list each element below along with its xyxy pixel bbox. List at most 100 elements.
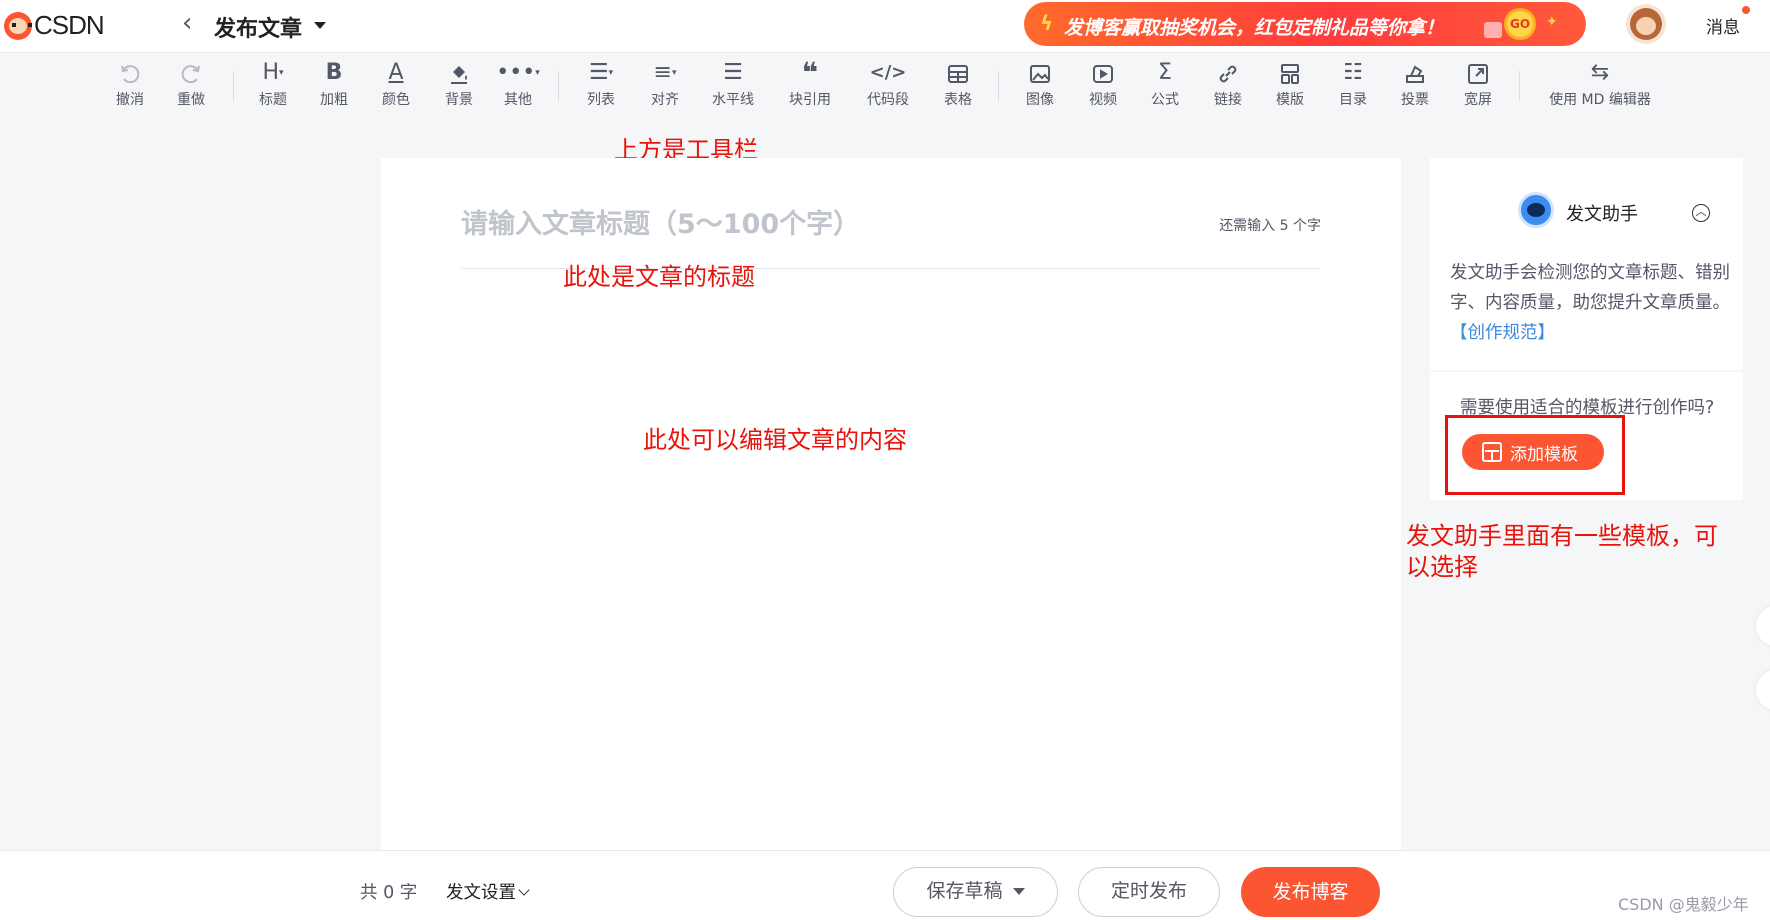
quote-button[interactable]: ❝ 块引用 <box>782 59 838 113</box>
link-button[interactable]: 链接 <box>1200 59 1256 113</box>
gift-icon <box>1484 22 1502 38</box>
font-color-button[interactable]: A 颜色 <box>368 59 424 113</box>
quote-icon: ❝ <box>801 56 819 89</box>
code-icon: </> <box>869 62 907 83</box>
vote-icon <box>1387 59 1443 87</box>
toolbar-label: 重做 <box>177 92 205 108</box>
align-button[interactable]: ≡▾ 对齐 <box>637 59 693 113</box>
publish-settings-label: 发文设置 <box>446 883 516 903</box>
redo-icon <box>163 59 219 87</box>
side-float-button[interactable] <box>1756 606 1770 646</box>
toolbar-label: 其他 <box>504 92 532 108</box>
vote-button[interactable]: 投票 <box>1387 59 1443 113</box>
image-button[interactable]: 图像 <box>1012 59 1068 113</box>
toolbar-divider <box>998 71 999 101</box>
md-editor-switch-button[interactable]: ⇆ 使用 MD 编辑器 <box>1548 59 1652 113</box>
writing-assistant-panel: 发文助手 ︿ 发文助手会检测您的文章标题、错别字、内容质量，助您提升文章质量。【… <box>1430 158 1743 370</box>
chevron-left-icon[interactable]: ‹ <box>182 10 192 36</box>
bold-button[interactable]: B 加粗 <box>306 59 362 113</box>
assistant-description: 发文助手会检测您的文章标题、错别字、内容质量，助您提升文章质量。【创作规范】 <box>1450 258 1730 348</box>
widescreen-icon <box>1450 59 1506 87</box>
toolbar-label: 模版 <box>1276 92 1304 108</box>
more-button[interactable]: •••▾ 其他 <box>490 59 546 113</box>
toolbar-label: 撤消 <box>116 92 144 108</box>
formula-icon: Σ <box>1158 60 1172 85</box>
toolbar-label: 投票 <box>1401 92 1429 108</box>
toc-button[interactable]: ☷ 目录 <box>1325 59 1381 113</box>
save-draft-button[interactable]: 保存草稿 <box>893 867 1058 917</box>
save-draft-label: 保存草稿 <box>926 880 1003 902</box>
caret-down-icon[interactable] <box>1012 888 1025 895</box>
promo-banner[interactable]: ϟ 发博客赢取抽奖机会，红包定制礼品等你拿！ GO ✦ <box>1024 2 1586 46</box>
sparkle-icon: ✦ <box>1546 14 1558 30</box>
top-header: CSDN ‹ 发布文章 ϟ 发博客赢取抽奖机会，红包定制礼品等你拿！ GO ✦ … <box>0 0 1770 52</box>
image-icon <box>1012 59 1068 87</box>
template-button[interactable]: 模版 <box>1262 59 1318 113</box>
article-title-input[interactable] <box>461 202 1321 246</box>
side-float-button[interactable] <box>1756 670 1770 710</box>
formula-button[interactable]: Σ 公式 <box>1137 59 1193 113</box>
notification-dot <box>1742 6 1750 14</box>
toolbar-label: 代码段 <box>867 92 909 108</box>
code-button[interactable]: </> 代码段 <box>860 59 916 113</box>
toolbar-label: 颜色 <box>382 92 410 108</box>
logo-mascot-icon <box>4 11 32 40</box>
toolbar-label: 视频 <box>1089 92 1117 108</box>
undo-button[interactable]: 撤消 <box>102 59 158 113</box>
annotation-content: 此处可以编辑文章的内容 <box>643 426 907 454</box>
publish-settings-dropdown[interactable]: 发文设置 <box>446 879 530 904</box>
logo-text: CSDN <box>34 10 105 40</box>
annotation-helper-line1: 发文助手里面有一些模板，可 <box>1406 522 1718 550</box>
more-icon: •••▾ <box>496 60 540 85</box>
redo-button[interactable]: 重做 <box>163 59 219 113</box>
horizontal-rule-button[interactable]: ☰ 水平线 <box>705 59 761 113</box>
banner-text: 发博客赢取抽奖机会，红包定制礼品等你拿！ <box>1064 17 1445 39</box>
toolbar-label: 图像 <box>1026 92 1054 108</box>
table-button[interactable]: 表格 <box>930 59 986 113</box>
page-title[interactable]: 发布文章 <box>214 11 302 43</box>
toolbar-label: 目录 <box>1339 92 1367 108</box>
toolbar-label: 宽屏 <box>1464 92 1492 108</box>
font-color-icon: A <box>388 60 404 85</box>
video-button[interactable]: 视频 <box>1075 59 1131 113</box>
publish-button[interactable]: 发布博客 <box>1241 867 1380 917</box>
watermark: CSDN @鬼毅少年 <box>1618 895 1749 914</box>
list-icon: ☰▾ <box>588 60 614 85</box>
link-icon <box>1200 59 1256 87</box>
toolbar-label: 加粗 <box>320 92 348 108</box>
bold-icon: B <box>325 60 343 85</box>
assistant-avatar-icon <box>1518 192 1554 228</box>
writing-guidelines-link[interactable]: 【创作规范】 <box>1450 323 1555 343</box>
undo-icon <box>102 59 158 87</box>
align-icon: ≡▾ <box>653 60 677 85</box>
toolbar-label: 列表 <box>587 92 615 108</box>
template-icon <box>1262 59 1318 87</box>
toolbar-label: 对齐 <box>651 92 679 108</box>
editor-toolbar: 撤消 重做 H▾ 标题 B 加粗 A 颜色 背景 •••▾ 其他 ☰▾ 列表 ≡… <box>0 52 1770 118</box>
lightning-icon: ϟ <box>1040 11 1054 35</box>
schedule-publish-button[interactable]: 定时发布 <box>1078 867 1220 917</box>
heading-icon: H▾ <box>262 60 284 85</box>
avatar[interactable] <box>1626 4 1666 44</box>
widescreen-button[interactable]: 宽屏 <box>1450 59 1506 113</box>
banner-go-button[interactable]: GO <box>1504 8 1536 40</box>
assistant-desc-text: 发文助手会检测您的文章标题、错别字、内容质量，助您提升文章质量。 <box>1450 263 1730 313</box>
toolbar-label: 使用 MD 编辑器 <box>1549 92 1651 108</box>
table-icon <box>930 59 986 87</box>
caret-down-icon[interactable] <box>314 22 326 29</box>
csdn-logo[interactable]: CSDN <box>4 10 105 41</box>
collapse-icon[interactable]: ︿ <box>1692 204 1710 222</box>
assistant-title: 发文助手 <box>1566 204 1638 225</box>
editor-area[interactable]: 还需输入 5 个字 <box>381 158 1401 850</box>
toolbar-label: 标题 <box>259 92 287 108</box>
annotation-title: 此处是文章的标题 <box>563 263 755 291</box>
title-char-counter: 还需输入 5 个字 <box>1219 218 1321 234</box>
toolbar-label: 公式 <box>1151 92 1179 108</box>
switch-icon: ⇆ <box>1590 60 1610 85</box>
list-button[interactable]: ☰▾ 列表 <box>573 59 629 113</box>
background-button[interactable]: 背景 <box>431 59 487 113</box>
annotation-helper-line2: 以选择 <box>1406 553 1478 581</box>
bottom-bar: 共 0 字 发文设置 保存草稿 定时发布 发布博客 CSDN @鬼毅少年 <box>0 850 1770 920</box>
messages-link[interactable]: 消息 <box>1706 13 1740 38</box>
heading-button[interactable]: H▾ 标题 <box>245 59 301 113</box>
